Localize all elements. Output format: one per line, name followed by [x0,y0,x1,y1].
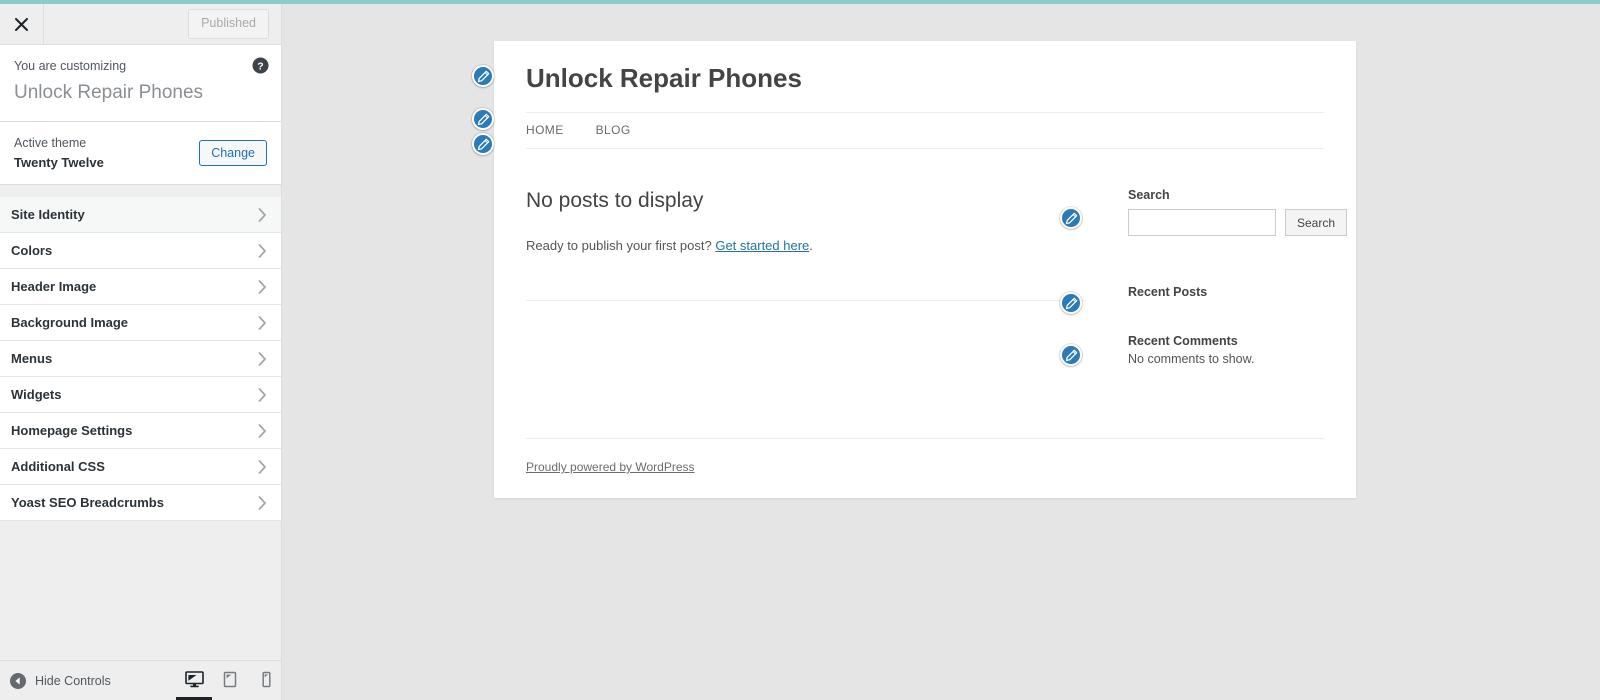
recent-comments-widget: Recent Comments No comments to show. [1128,333,1368,369]
edit-pencil-icon [477,113,489,125]
device-button-tablet[interactable] [212,661,248,700]
customizer-section-yoast-seo-breadcrumbs[interactable]: Yoast SEO Breadcrumbs [0,485,281,522]
edit-pencil-icon [1065,297,1077,309]
desktop-monitor-icon [184,670,204,687]
recent-comments-widget-title: Recent Comments [1128,333,1238,348]
customizer-section-additional-css[interactable]: Additional CSS [0,449,281,486]
customizing-title-block: You are customizing Unlock Repair Phones… [0,45,281,123]
customizing-label: You are customizing [14,59,127,73]
chevron-right-icon [258,316,267,330]
active-theme-name: Twenty Twelve [14,154,104,170]
widget-sidebar: Search Search Recent Posts Recent Commen… [1128,187,1368,368]
edit-pencil-icon [1065,212,1077,224]
help-question-glyph: ? [252,57,269,74]
site-preview-area: Unlock Repair Phones HOME BLOG No posts … [283,4,1600,700]
customizer-sidebar: Published You are customizing Unlock Rep… [0,4,282,700]
no-posts-prompt: Ready to publish your first post? Get st… [526,236,1086,256]
edit-shortcut-nav-menu[interactable] [472,133,494,155]
active-theme-block: Active theme Twenty Twelve Change [0,122,281,186]
svg-text:?: ? [257,60,263,72]
nav-link-home[interactable]: HOME [526,123,564,137]
no-posts-prompt-prefix: Ready to publish your first post? [526,238,716,254]
section-label: Additional CSS [11,459,105,475]
section-label: Menus [11,351,53,367]
chevron-right-icon [258,424,267,438]
edit-shortcut-search-widget[interactable] [1060,207,1082,229]
section-label: Header Image [11,279,97,295]
sidebar-empty-area [0,521,281,660]
active-theme-label: Active theme [14,136,87,151]
edit-shortcut-site-title[interactable] [472,65,494,87]
close-x-icon [15,17,28,31]
close-customizer-button[interactable] [0,4,44,44]
change-theme-button[interactable]: Change [199,140,267,167]
search-widget: Search Search [1128,187,1368,237]
powered-by-wordpress-link[interactable]: Proudly powered by WordPress [526,460,695,474]
customizer-section-list: Site Identity Colors Header Image Backgroun… [0,197,281,522]
customizer-header: Published [0,4,281,45]
hide-controls-button[interactable]: Hide Controls [0,672,111,689]
primary-navigation: HOME BLOG [526,113,1324,150]
previewed-site-page: Unlock Repair Phones HOME BLOG No posts … [472,41,1356,498]
edit-pencil-icon [477,70,489,82]
recent-posts-widget-title: Recent Posts [1128,285,1208,300]
section-label: Site Identity [11,207,85,223]
no-posts-prompt-suffix: . [809,238,813,254]
customizing-site-title: Unlock Repair Phones [14,81,204,103]
header-spacer [44,4,188,44]
customizer-footer: Hide Controls [0,660,281,700]
section-label: Homepage Settings [11,423,133,439]
nav-link-blog[interactable]: BLOG [596,123,631,137]
device-button-desktop[interactable] [176,661,212,700]
customizer-section-site-identity[interactable]: Site Identity [0,197,281,234]
chevron-right-icon [258,244,267,258]
site-title: Unlock Repair Phones [526,63,802,93]
section-label: Widgets [11,387,62,403]
section-label: Yoast SEO Breadcrumbs [11,495,164,511]
edit-pencil-icon [477,138,489,150]
help-question-icon[interactable]: ? [252,57,269,74]
chevron-right-icon [258,208,267,222]
hide-controls-label: Hide Controls [35,673,111,688]
collapse-left-arrow-icon [10,672,26,689]
site-inner-wrap: Unlock Repair Phones HOME BLOG No posts … [472,41,1356,498]
device-preview-buttons [176,661,284,700]
chevron-right-icon [258,460,267,474]
footer-divider [526,438,1324,439]
edit-shortcut-header-image[interactable] [472,108,494,130]
customizer-section-header-image[interactable]: Header Image [0,269,281,306]
content-divider [526,299,1086,301]
edit-shortcut-recent-comments-widget[interactable] [1060,344,1082,366]
customizer-section-homepage-settings[interactable]: Homepage Settings [0,413,281,450]
chevron-right-icon [258,388,267,402]
tablet-icon [223,671,237,687]
customizer-section-menus[interactable]: Menus [0,341,281,378]
customizer-section-background-image[interactable]: Background Image [0,305,281,342]
no-posts-heading: No posts to display [526,189,704,213]
content-column: No posts to display Ready to publish you… [526,187,1086,368]
chevron-right-icon [258,352,267,366]
search-input[interactable] [1128,209,1276,237]
search-widget-title: Search [1128,188,1170,203]
publish-button[interactable]: Published [188,9,269,39]
recent-comments-widget-body: No comments to show. [1128,351,1255,366]
section-label: Colors [11,243,53,259]
mobile-phone-icon [261,671,271,687]
get-started-link[interactable]: Get started here [715,238,809,253]
search-form: Search [1128,209,1368,237]
customizer-section-colors[interactable]: Colors [0,233,281,270]
section-label: Background Image [11,315,129,331]
chevron-right-icon [258,280,267,294]
recent-posts-widget: Recent Posts [1128,284,1368,300]
customizer-section-widgets[interactable]: Widgets [0,377,281,414]
device-button-mobile[interactable] [248,661,284,700]
site-body: No posts to display Ready to publish you… [526,149,1348,368]
active-theme-text: Active theme Twenty Twelve [14,134,104,172]
search-submit-button[interactable]: Search [1285,209,1348,237]
panel-spacer [0,185,281,198]
chevron-right-icon [258,496,267,510]
edit-shortcut-recent-posts-widget[interactable] [1060,292,1082,314]
edit-pencil-icon [1065,349,1077,361]
site-header: Unlock Repair Phones [526,41,1324,112]
